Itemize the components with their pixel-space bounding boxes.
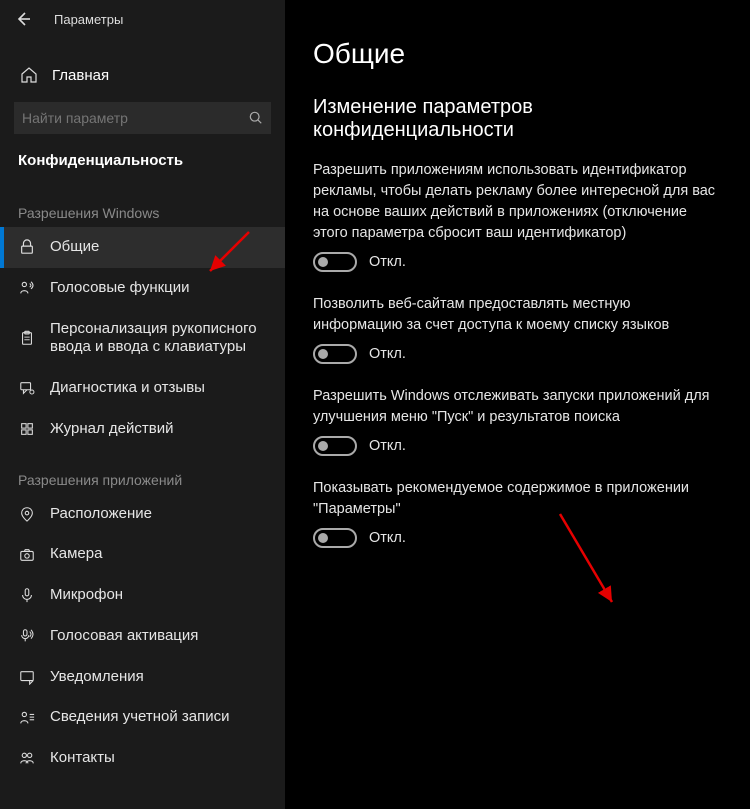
lock-icon [18,238,36,256]
setting-desc: Позволить веб-сайтам предоставлять местн… [313,294,722,336]
feedback-icon [18,379,36,397]
home-nav[interactable]: Главная [0,56,285,94]
nav-label: Журнал действий [50,420,267,439]
section-app-permissions: Разрешения приложений [0,450,285,494]
setting-suggested-content: Показывать рекомендуемое содержимое в пр… [313,478,722,548]
setting-advertising-id: Разрешить приложениям использовать идент… [313,160,722,272]
nav-camera[interactable]: Камера [0,534,285,575]
toggle-advertising-id[interactable] [313,252,357,272]
account-info-icon [18,709,36,727]
nav-location[interactable]: Расположение [0,494,285,535]
content: Общие Изменение параметров конфиденциаль… [285,0,750,809]
back-button[interactable] [12,8,34,30]
nav-label: Микрофон [50,586,267,605]
nav-label: Персонализация рукописного ввода и ввода… [50,320,267,358]
nav-label: Голосовая активация [50,627,267,646]
nav-label: Общие [50,238,267,257]
home-label: Главная [52,67,109,84]
location-icon [18,505,36,523]
setting-desc: Разрешить приложениям использовать идент… [313,160,722,244]
toggle-state: Откл. [369,438,406,454]
search-box[interactable] [14,102,271,134]
search-input[interactable] [22,110,249,126]
setting-app-launch-tracking: Разрешить Windows отслеживать запуски пр… [313,386,722,456]
voice-activation-icon [18,627,36,645]
category-title: Конфиденциальность [0,148,285,183]
home-icon [20,66,38,84]
nav-label: Расположение [50,505,267,524]
setting-language-list: Позволить веб-сайтам предоставлять местн… [313,294,722,364]
titlebar: Параметры [0,0,285,38]
nav-microphone[interactable]: Микрофон [0,575,285,616]
toggle-suggested-content[interactable] [313,528,357,548]
camera-icon [18,546,36,564]
toggle-language-list[interactable] [313,344,357,364]
nav-notifications[interactable]: Уведомления [0,657,285,698]
nav-speech[interactable]: Голосовые функции [0,268,285,309]
clipboard-icon [18,329,36,347]
page-heading: Общие [313,38,722,70]
nav-diagnostics[interactable]: Диагностика и отзывы [0,368,285,409]
nav-voice-activation[interactable]: Голосовая активация [0,616,285,657]
toggle-app-launch-tracking[interactable] [313,436,357,456]
nav-contacts[interactable]: Контакты [0,738,285,779]
microphone-icon [18,586,36,604]
nav-inking-typing[interactable]: Персонализация рукописного ввода и ввода… [0,309,285,369]
nav-label: Голосовые функции [50,279,267,298]
nav-label: Сведения учетной записи [50,708,267,727]
contacts-icon [18,749,36,767]
nav-general[interactable]: Общие [0,227,285,268]
search-icon [249,111,263,125]
arrow-left-icon [15,11,31,27]
nav-label: Контакты [50,749,267,768]
nav-label: Уведомления [50,668,267,687]
nav-label: Камера [50,545,267,564]
nav-activity-history[interactable]: Журнал действий [0,409,285,450]
sidebar: Параметры Главная Конфиденциальность Раз… [0,0,285,809]
sub-heading: Изменение параметров конфиденциальности [313,96,722,142]
section-windows-permissions: Разрешения Windows [0,183,285,227]
toggle-state: Откл. [369,346,406,362]
speech-icon [18,279,36,297]
timeline-icon [18,420,36,438]
toggle-state: Откл. [369,530,406,546]
window-title: Параметры [54,12,123,27]
setting-desc: Разрешить Windows отслеживать запуски пр… [313,386,722,428]
nav-account-info[interactable]: Сведения учетной записи [0,697,285,738]
nav-label: Диагностика и отзывы [50,379,267,398]
notifications-icon [18,668,36,686]
toggle-state: Откл. [369,254,406,270]
setting-desc: Показывать рекомендуемое содержимое в пр… [313,478,722,520]
